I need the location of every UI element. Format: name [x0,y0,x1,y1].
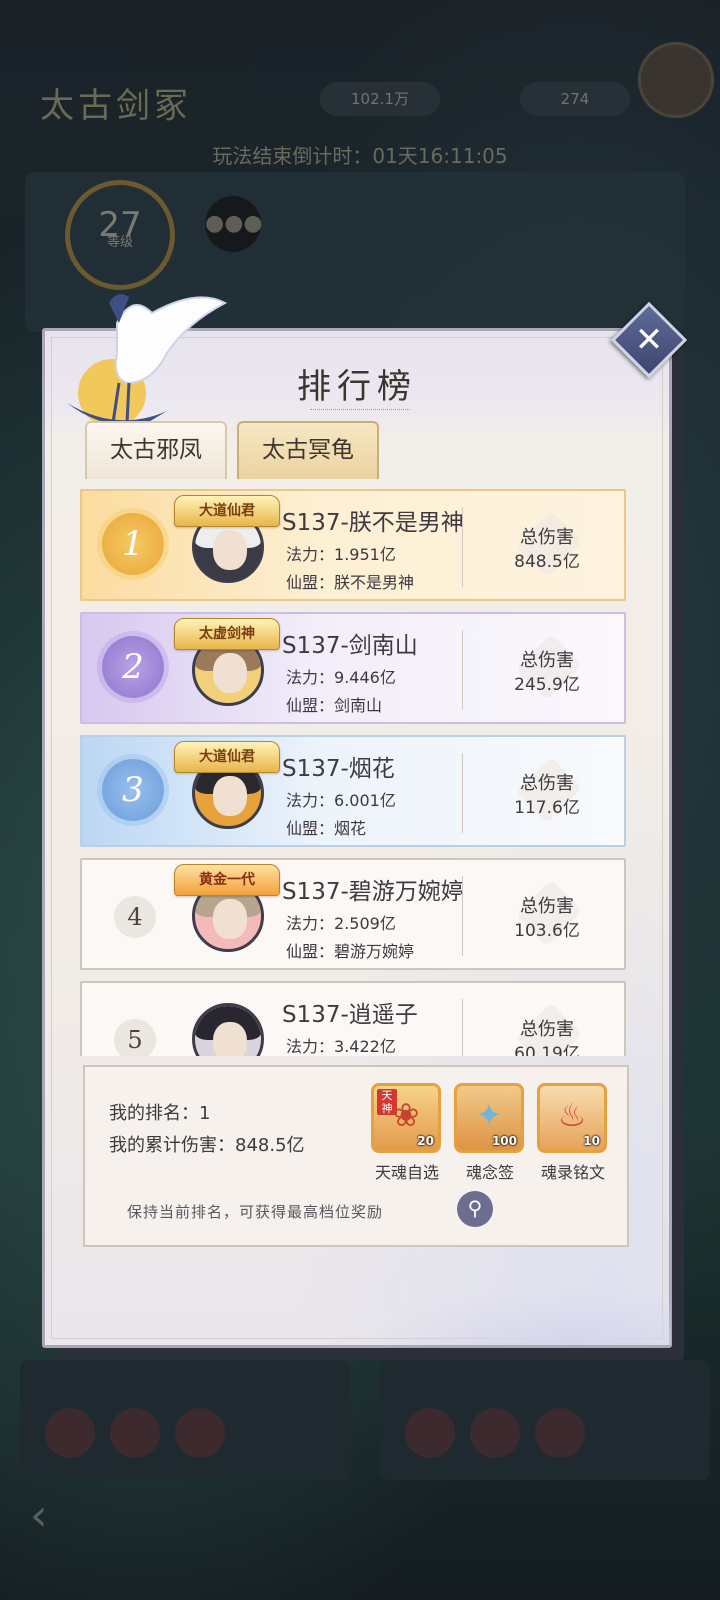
chat-icon[interactable]: ●●● [205,196,263,252]
top-bar: 太古剑冢 102.1万 274 [0,60,720,140]
title-ornament [310,409,410,414]
magnifier-icon[interactable]: ⚲ [457,1191,493,1227]
avatar-face [213,653,247,693]
rank-number: 4 [114,896,156,938]
player-power: 法力：9.446亿 [286,668,396,687]
player-name: S137-剑南山 [282,633,418,659]
player-avatar[interactable] [638,42,714,118]
damage-label: 总伤害 [520,527,574,548]
damage-label: 总伤害 [520,773,574,794]
tab-taigu-xiefeng[interactable]: 太古邪凤 [85,421,227,479]
nav-button-icon[interactable] [605,1490,675,1560]
reward-item[interactable]: ♨ 10 魂录铭文 [537,1083,609,1183]
avatar-face [213,1022,247,1056]
player-avatar[interactable] [192,1003,264,1056]
rank-medal-bronze: 3 [102,759,164,821]
tab-taigu-minggui[interactable]: 太古冥龟 [237,421,379,479]
bottom-area: ‹ [0,1340,720,1600]
damage-value: 103.6亿 [514,921,580,941]
back-arrow-icon[interactable]: ‹ [30,1490,90,1550]
player-guild: 仙盟：碧游万婉婷 [286,942,415,961]
ranking-row[interactable]: 2 太虚剑神 S137-剑南山 法力：9.446亿 仙盟：剑南山 总伤害 245… [80,612,626,724]
reward-item[interactable]: 天神 ❀ 20 天魂自选 [371,1083,443,1183]
honor-title-badge: 大道仙君 [174,495,280,527]
damage-label: 总伤害 [520,896,574,917]
player-name: S137-逍遥子 [282,1002,418,1028]
avatar-face [213,776,247,816]
player-power: 法力：2.509亿 [286,914,396,933]
my-total-damage: 我的累计伤害：848.5亿 [109,1135,305,1156]
event-countdown: 玩法结束倒计时：01天16:11:05 [212,144,508,168]
player-power: 法力：6.001亿 [286,791,396,810]
reward-label: 魂念签 [465,1163,514,1182]
player-guild: 仙盟：烟花 [286,819,367,838]
avatar-face [213,530,247,570]
player-power: 法力：3.422亿 [286,1037,396,1056]
player-guild: 仙盟：朕不是男神 [286,573,415,592]
damage-label: 总伤害 [520,650,574,671]
reward-count: 10 [583,1134,600,1148]
damage-value: 848.5亿 [514,552,580,572]
reward-label: 天魂自选 [374,1163,439,1182]
soul-select-icon[interactable]: 天神 ❀ 20 [371,1083,441,1153]
player-name: S137-朕不是男神 [282,510,464,536]
reward-label: 魂录铭文 [540,1163,605,1182]
ranking-row[interactable]: 1 大道仙君 S137-朕不是男神 法力：1.951亿 仙盟：朕不是男神 总伤害… [80,489,626,601]
row-divider [462,876,463,956]
stage-title: 太古剑冢 [40,86,192,126]
dialog-title: 排行榜 [297,367,417,407]
row-divider [462,753,463,833]
ranking-row[interactable]: 5 S137-逍遥子 法力：3.422亿 总伤害 60.19亿 [80,981,626,1056]
row-divider [462,630,463,710]
damage-label: 总伤害 [520,1019,574,1040]
leaderboard-dialog: 排行榜 太古邪凤 太古冥龟 1 大道仙君 S137-朕不是男神 法力：1.951… [42,294,672,1348]
avatar-face [213,899,247,939]
my-rank-panel: 我的排名：1 我的累计伤害：848.5亿 天神 ❀ 20 天魂自选 ✦ 100 … [83,1065,629,1247]
skill-orb-icon[interactable] [405,1408,455,1458]
player-name: S137-烟花 [282,756,395,782]
boss-level-ring: 27 等级 [65,180,175,290]
player-name: S137-碧游万婉婷 [282,879,464,905]
boss-level-caption: 等级 [106,235,133,250]
player-power: 法力：1.951亿 [286,545,396,564]
rank-medal-silver: 2 [102,636,164,698]
skill-orb-icon[interactable] [470,1408,520,1458]
honor-title-badge: 黄金一代 [174,864,280,896]
honor-title-badge: 太虚剑神 [174,618,280,650]
reward-hint: 保持当前排名，可获得最高档位奖励 [127,1203,384,1221]
player-guild: 仙盟：剑南山 [286,696,383,715]
skill-orb-icon[interactable] [110,1408,160,1458]
rank-number: 5 [114,1019,156,1056]
reward-count: 100 [491,1134,517,1148]
resource-counter-energy[interactable]: 274 [520,82,630,116]
nav-button-icon[interactable] [405,1490,475,1560]
ranking-row[interactable]: 3 大道仙君 S137-烟花 法力：6.001亿 仙盟：烟花 总伤害 117.6… [80,735,626,847]
damage-value: 117.6亿 [514,798,580,818]
skill-orb-icon[interactable] [175,1408,225,1458]
rank-medal-gold: 1 [102,513,164,575]
my-rank: 我的排名：1 [109,1103,211,1124]
reward-count: 20 [417,1134,434,1148]
reward-item[interactable]: ✦ 100 魂念签 [454,1083,526,1183]
ranking-list[interactable]: 1 大道仙君 S137-朕不是男神 法力：1.951亿 仙盟：朕不是男神 总伤害… [80,481,638,1056]
nav-button-icon[interactable] [505,1490,575,1560]
ranking-row[interactable]: 4 黄金一代 S137-碧游万婉婷 法力：2.509亿 仙盟：碧游万婉婷 总伤害… [80,858,626,970]
resource-counter-spirit[interactable]: 102.1万 [320,82,440,116]
decorative-cloud [345,1285,671,1345]
damage-value: 245.9亿 [514,675,580,695]
skill-orb-icon[interactable] [45,1408,95,1458]
skill-orb-icon[interactable] [535,1408,585,1458]
soul-sign-icon[interactable]: ✦ 100 [454,1083,524,1153]
row-divider [462,999,463,1056]
close-icon: ✕ [634,320,664,360]
crane-emblem-icon [67,294,227,427]
soul-inscription-icon[interactable]: ♨ 10 [537,1083,607,1153]
damage-value: 60.19亿 [514,1044,580,1056]
row-divider [462,507,463,587]
honor-title-badge: 大道仙君 [174,741,280,773]
